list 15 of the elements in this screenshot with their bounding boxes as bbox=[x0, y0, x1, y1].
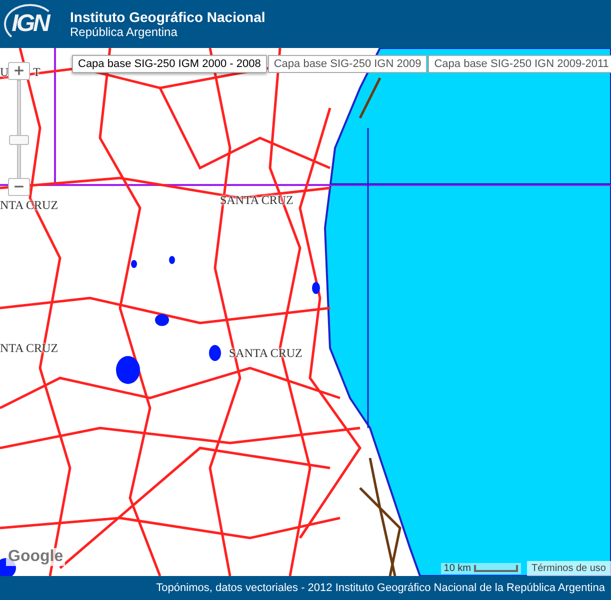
scale-label: 10 km bbox=[444, 563, 471, 574]
zoom-slider-handle[interactable] bbox=[9, 134, 29, 145]
place-label: U bbox=[0, 65, 9, 80]
layer-tab[interactable]: Capa base SIG-250 IGM 2000 - 2008 bbox=[72, 55, 267, 73]
site-subtitle: República Argentina bbox=[70, 25, 178, 39]
map-attribution: Google bbox=[6, 548, 66, 566]
zoom-out-button[interactable]: − bbox=[8, 178, 30, 196]
terms-link[interactable]: Términos de uso bbox=[526, 561, 611, 576]
site-title: Instituto Geográfico Nacional bbox=[70, 9, 266, 25]
footer-text: Topónimos, datos vectoriales - 2012 Instituto Geográfico Nacional de la República Argentina bbox=[156, 582, 605, 594]
layer-tab[interactable]: Capa base SIG-250 IGN 2009-2011 bbox=[428, 55, 611, 73]
scale-bar bbox=[474, 565, 518, 572]
zoom-in-button[interactable]: + bbox=[8, 62, 30, 80]
logo: IGN bbox=[4, 4, 56, 44]
layer-tab[interactable]: Capa base SIG-250 IGN 2009 bbox=[268, 55, 428, 73]
